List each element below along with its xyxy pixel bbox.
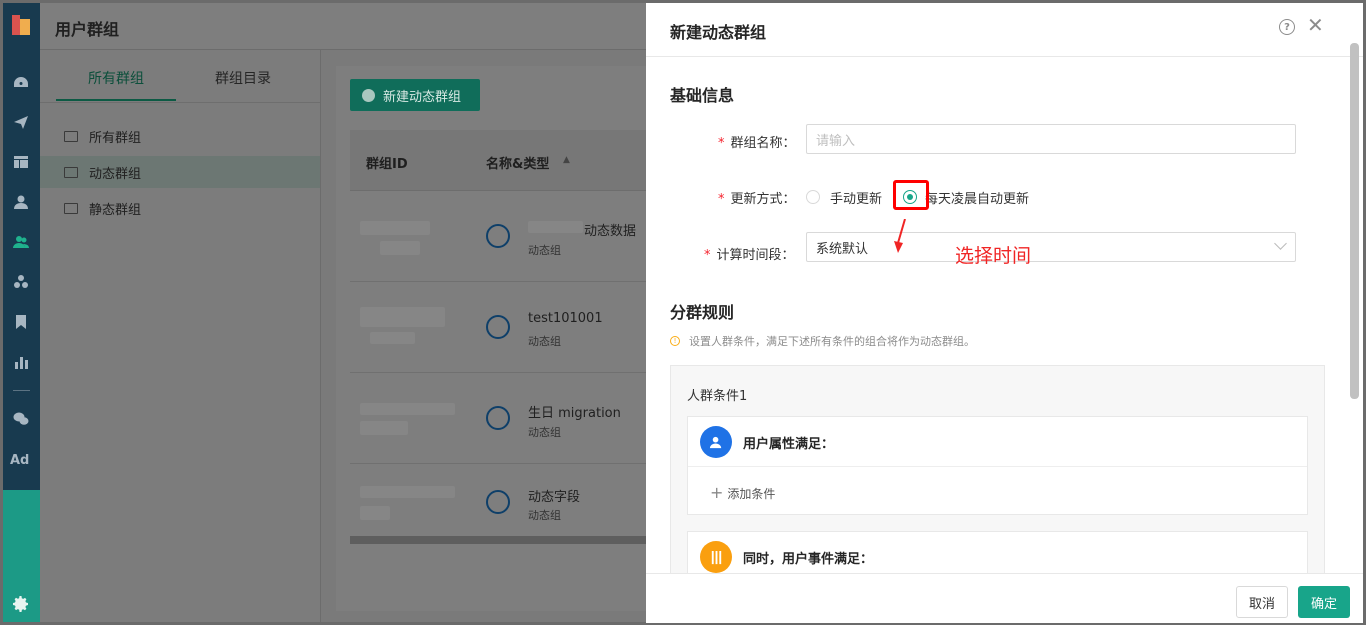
wechat-icon[interactable] xyxy=(12,410,30,428)
section-basic-info: 基础信息 xyxy=(670,86,735,105)
tab-group-directory[interactable]: 群组目录 xyxy=(215,68,271,88)
sync-icon xyxy=(486,224,510,248)
table-header: 群组ID 名称&类型 ▲ xyxy=(350,130,646,191)
radio-manual-update-label[interactable]: 手动更新 xyxy=(830,188,882,207)
user-event-icon xyxy=(700,541,732,573)
redacted-id xyxy=(360,221,430,235)
group-name: 动态字段 xyxy=(528,490,581,505)
radio-manual-update[interactable] xyxy=(806,190,820,204)
group-icon[interactable] xyxy=(12,233,30,251)
section-group-rules: 分群规则 xyxy=(670,303,735,322)
folder-icon xyxy=(64,202,78,214)
rail-bottom-section xyxy=(3,490,40,622)
user-icon[interactable] xyxy=(12,193,30,211)
table-row[interactable]: 动态数据 动态组 xyxy=(350,191,646,282)
annotation-arrow xyxy=(894,219,906,253)
help-icon[interactable]: ? xyxy=(1279,19,1295,35)
group-type: 动态组 xyxy=(528,335,561,348)
group-name: test101001 xyxy=(528,311,603,326)
user-event-title: 同时，用户事件满足： xyxy=(743,552,874,567)
bar-chart-icon[interactable] xyxy=(12,353,30,371)
group-type: 动态组 xyxy=(528,509,561,522)
sync-icon xyxy=(486,315,510,339)
new-dynamic-group-drawer: 新建动态群组 ? ✕ 基础信息 * 群组名称： 请输入 * 更新方式： 手动更新 每… xyxy=(646,3,1363,623)
table-row[interactable]: test101001 动态组 xyxy=(350,282,646,373)
bookmark-icon[interactable] xyxy=(12,313,30,331)
rail-divider xyxy=(13,390,30,391)
sync-icon xyxy=(486,406,510,430)
redacted-id xyxy=(360,421,408,435)
group-name-label: * 群组名称： xyxy=(718,136,796,151)
update-mode-label: * 更新方式： xyxy=(718,192,796,207)
sidebar-item-label: 动态群组 xyxy=(89,166,142,182)
topbar: 用户群组 xyxy=(40,3,646,50)
info-icon: ! xyxy=(670,336,680,346)
column-header-name-type[interactable]: 名称&类型 xyxy=(486,153,549,172)
folder-icon xyxy=(64,166,78,178)
rules-hint: ! 设置人群条件，满足下述所有条件的组合将作为动态群组。 xyxy=(670,333,975,349)
sidebar-item-label: 静态群组 xyxy=(89,202,142,218)
redacted-id xyxy=(360,486,455,498)
time-range-label: * 计算时间段： xyxy=(704,248,795,263)
condition-group-title: 人群条件1 xyxy=(687,389,748,404)
send-icon[interactable] xyxy=(12,113,30,131)
user-attribute-card: 用户属性满足： + 添加条件 xyxy=(687,416,1308,515)
group-name-input[interactable]: 请输入 xyxy=(806,124,1296,154)
settings-icon[interactable] xyxy=(12,595,30,613)
new-dynamic-group-button[interactable]: 新建动态群组 xyxy=(350,79,480,111)
group-type: 动态组 xyxy=(528,244,561,257)
table-row[interactable]: 生日 migration 动态组 xyxy=(350,373,646,464)
active-tab-indicator xyxy=(56,99,176,101)
app-logo xyxy=(12,15,30,35)
group-name: 生日 migration xyxy=(528,406,621,421)
app-main: 用户群组 所有群组 群组目录 所有群组 动态群组 静态群组 新建动态群组 群组I… xyxy=(40,3,646,622)
drawer-header: 新建动态群组 ? ✕ xyxy=(646,3,1363,57)
layout-icon[interactable] xyxy=(12,153,30,171)
page-title: 用户群组 xyxy=(55,20,120,39)
highlight-box xyxy=(893,180,929,210)
dashboard-icon[interactable] xyxy=(12,74,30,92)
horizontal-scrollbar[interactable] xyxy=(350,536,646,544)
redacted-id xyxy=(380,241,420,255)
sidebar-item-all-groups[interactable]: 所有群组 xyxy=(40,120,320,152)
drawer-scrollbar[interactable] xyxy=(1350,43,1359,399)
chevron-down-icon xyxy=(1274,237,1287,250)
ad-icon[interactable]: Ad xyxy=(10,453,29,468)
left-rail: Ad xyxy=(3,3,40,622)
annotation-text: 选择时间 xyxy=(955,245,1032,267)
drawer-title: 新建动态群组 xyxy=(670,23,767,42)
time-range-select[interactable]: 系统默认 xyxy=(806,232,1296,262)
cancel-button[interactable]: 取消 xyxy=(1236,586,1288,618)
sidebar-item-static-groups[interactable]: 静态群组 xyxy=(40,192,320,224)
column-header-id: 群组ID xyxy=(366,157,408,172)
condition-group: 人群条件1 用户属性满足： + 添加条件 同时，用户事件满足： xyxy=(670,365,1325,591)
redacted-id xyxy=(370,332,415,344)
redacted-id xyxy=(360,506,390,520)
close-icon[interactable]: ✕ xyxy=(1307,15,1324,35)
group-name: 动态数据 xyxy=(584,224,637,239)
plus-circle-icon xyxy=(362,88,375,102)
cluster-icon[interactable] xyxy=(12,273,30,291)
group-sidebar: 所有群组 群组目录 所有群组 动态群组 静态群组 xyxy=(40,50,321,622)
radio-daily-auto-update-label[interactable]: 每天凌晨自动更新 xyxy=(925,188,1029,207)
redacted-id xyxy=(360,307,445,327)
user-attribute-icon xyxy=(700,426,732,458)
sidebar-item-dynamic-groups[interactable]: 动态群组 xyxy=(40,156,320,188)
redacted-id xyxy=(360,403,455,415)
group-list-content: 新建动态群组 群组ID 名称&类型 ▲ 动态数据 动态组 test101001 … xyxy=(336,66,646,611)
user-attribute-title: 用户属性满足： xyxy=(743,437,835,452)
folder-icon xyxy=(64,130,78,142)
group-type: 动态组 xyxy=(528,426,561,439)
confirm-button[interactable]: 确定 xyxy=(1298,586,1350,618)
sidebar-item-label: 所有群组 xyxy=(89,130,142,146)
redacted-name xyxy=(528,221,583,233)
drawer-footer: 取消 确定 xyxy=(646,573,1363,623)
sort-icon[interactable]: ▲ xyxy=(563,155,570,165)
sidebar-tabs: 所有群组 群组目录 xyxy=(40,50,320,103)
sync-icon xyxy=(486,490,510,514)
add-condition-button[interactable]: + 添加条件 xyxy=(710,483,775,502)
tab-all-groups[interactable]: 所有群组 xyxy=(88,68,144,88)
